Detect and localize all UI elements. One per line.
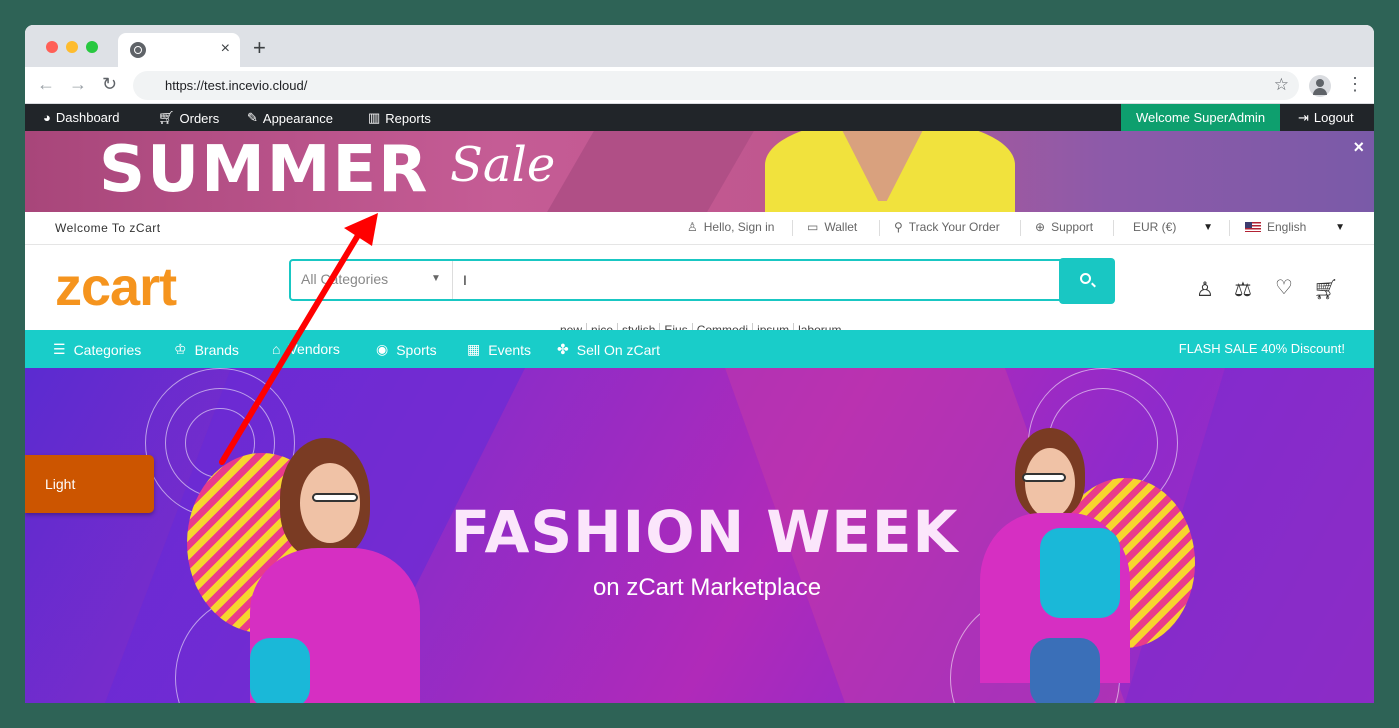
crown-icon: ♔ <box>174 341 187 357</box>
search-button[interactable] <box>1059 258 1115 304</box>
logout-link[interactable]: ⇥ Logout <box>1298 110 1354 126</box>
site-header: zcart All Categories ▼ I new nice stylis… <box>25 245 1374 337</box>
compare-scale-icon[interactable]: ⚖ <box>1234 277 1252 302</box>
fire-icon: ◉ <box>376 341 389 357</box>
language-select[interactable]: English ▼ <box>1245 220 1345 234</box>
category-select[interactable]: All Categories ▼ <box>291 261 453 299</box>
top-info-bar: Welcome To zCart ♙ Hello, Sign in ▭ Wall… <box>25 212 1374 245</box>
forward-arrow-icon[interactable]: → <box>69 75 87 93</box>
currency-select[interactable]: EUR (€) ▼ <box>1133 220 1213 234</box>
maximize-window-button[interactable] <box>86 41 98 53</box>
nav-sell-on-zcart[interactable]: ✤ Sell On zCart <box>557 341 660 358</box>
admin-bar: ◕ Dashboard 🛒︎ Orders ✎ Appearance ▥ Rep… <box>25 104 1374 131</box>
hero-title: FASHION WEEK <box>450 498 959 566</box>
banner-headline: SUMMER <box>99 133 430 207</box>
lifebuoy-icon: ⊕ <box>1035 220 1046 234</box>
divider <box>792 220 793 236</box>
us-flag-icon <box>1245 222 1261 232</box>
sign-in-link[interactable]: ♙ Hello, Sign in <box>687 220 774 234</box>
hero-subtitle: on zCart Marketplace <box>592 574 822 601</box>
theme-toggle-button[interactable]: Light <box>25 455 154 513</box>
bookmark-star-icon[interactable]: ☆ <box>1274 75 1289 95</box>
divider <box>1113 220 1114 236</box>
nav-categories[interactable]: ☰ Categories <box>53 341 141 358</box>
map-pin-icon: ⚲ <box>894 220 903 234</box>
chevron-down-icon: ▼ <box>1335 221 1345 233</box>
browser-window: × + ← → ↻ https://test.incevio.cloud/ ☆ … <box>25 25 1374 703</box>
browser-tab[interactable]: × <box>118 33 240 67</box>
summer-sale-banner[interactable]: SUMMER Sale × <box>25 131 1374 212</box>
tab-close-button[interactable]: × <box>221 40 230 58</box>
url-text: https://test.incevio.cloud/ <box>165 78 308 93</box>
divider <box>879 220 880 236</box>
chevron-down-icon: ▼ <box>431 273 441 284</box>
wallet-link[interactable]: ▭ Wallet <box>807 220 857 234</box>
divider <box>1020 220 1021 236</box>
banner-shape <box>524 131 766 212</box>
back-arrow-icon[interactable]: ← <box>37 75 55 93</box>
chevron-down-icon: ▼ <box>1203 221 1213 233</box>
nav-sports[interactable]: ◉ Sports <box>376 341 437 358</box>
store-icon: ⌂ <box>272 341 281 357</box>
welcome-text: Welcome To zCart <box>55 221 161 235</box>
profile-icon[interactable] <box>1309 75 1331 97</box>
logout-icon: ⇥ <box>1298 110 1309 125</box>
address-bar[interactable]: https://test.incevio.cloud/ ☆ <box>133 71 1299 100</box>
zcart-logo[interactable]: zcart <box>55 260 220 314</box>
new-tab-button[interactable]: + <box>253 37 266 59</box>
track-order-link[interactable]: ⚲ Track Your Order <box>894 220 1000 234</box>
minimize-window-button[interactable] <box>66 41 78 53</box>
admin-orders-link[interactable]: 🛒︎ Orders <box>158 110 219 126</box>
reload-icon[interactable]: ↻ <box>102 75 117 93</box>
wallet-icon: ▭ <box>807 220 819 234</box>
cart-icon[interactable]: 🛒︎ <box>1313 277 1338 302</box>
support-link[interactable]: ⊕ Support <box>1035 220 1093 234</box>
bar-chart-icon: ▥ <box>368 110 381 125</box>
dashboard-gauge-icon: ◕ <box>43 110 51 125</box>
cart-icon: 🛒︎ <box>158 110 175 125</box>
admin-appearance-link[interactable]: ✎ Appearance <box>247 110 333 126</box>
hamburger-icon: ☰ <box>53 341 66 357</box>
more-menu-icon[interactable]: ⋮ <box>1346 74 1364 94</box>
brush-icon: ✎ <box>247 110 258 125</box>
account-icon[interactable]: ♙ <box>1196 277 1214 302</box>
user-icon: ♙ <box>687 220 698 234</box>
nav-brands[interactable]: ♔ Brands <box>174 341 239 358</box>
seedling-icon: ✤ <box>557 341 569 357</box>
hero-banner[interactable]: FASHION WEEK on zCart Marketplace <box>25 368 1374 703</box>
nav-vendors[interactable]: ⌂ Vendors <box>272 341 340 357</box>
admin-dashboard-link[interactable]: ◕ Dashboard <box>43 110 119 125</box>
chrome-icon <box>130 42 146 58</box>
banner-script: Sale <box>450 137 556 193</box>
close-window-button[interactable] <box>46 41 58 53</box>
main-navigation: ☰ Categories ♔ Brands ⌂ Vendors ◉ Sports… <box>25 330 1374 368</box>
browser-toolbar: ← → ↻ https://test.incevio.cloud/ ☆ ⋮ <box>25 67 1374 104</box>
search-icon <box>1080 273 1091 284</box>
search-input[interactable]: I <box>463 272 467 288</box>
search-bar: All Categories ▼ I <box>289 258 1115 304</box>
calendar-icon: ▦ <box>467 341 481 357</box>
admin-reports-link[interactable]: ▥ Reports <box>368 110 431 126</box>
welcome-admin-badge[interactable]: Welcome SuperAdmin <box>1121 104 1280 131</box>
banner-close-icon[interactable]: × <box>1353 137 1364 158</box>
divider <box>1229 220 1230 236</box>
tab-strip: × + <box>25 25 1374 67</box>
nav-events[interactable]: ▦ Events <box>467 341 531 358</box>
flash-sale-link[interactable]: FLASH SALE 40% Discount! <box>1179 341 1345 356</box>
wishlist-heart-icon[interactable]: ♡ <box>1275 275 1293 300</box>
